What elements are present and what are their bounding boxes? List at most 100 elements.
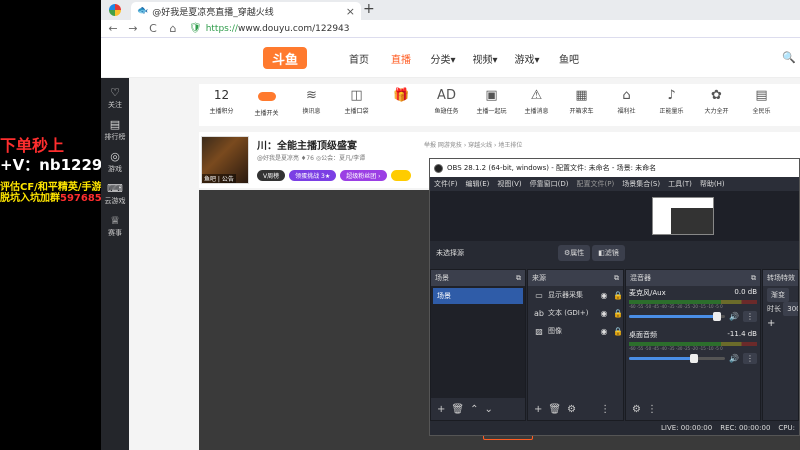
mixer-dock-header: 混音器 ⧉ [626,270,760,286]
duration-input[interactable]: 300 [783,302,798,316]
tool-12[interactable]: ▤ 全民乐 [739,84,784,126]
scene-item[interactable]: 场景 [433,288,523,304]
menu-tools[interactable]: 工具(T) [668,179,692,189]
speaker-icon[interactable]: 🔊 [729,354,739,363]
obs-titlebar: OBS 28.1.2 (64-bit, windows) - 配置文件: 未命名… [430,159,799,177]
transitions-dock-header: 转场特效 [763,270,798,286]
monitor-icon: ▭ [535,290,543,300]
move-up-icon[interactable]: ⌃ [470,404,478,415]
nav-home[interactable]: 首页 [338,51,380,66]
more-icon[interactable]: ⋮ [743,353,757,364]
new-tab-button[interactable]: + [363,1,375,17]
nav-yuba[interactable]: 鱼吧 [548,51,590,66]
add-source-button[interactable]: + [534,404,542,415]
tool-6[interactable]: ▣ 主播一起玩 [469,84,514,126]
tool-3[interactable]: ◫ 主播口袋 [334,84,379,126]
source-item[interactable]: ▨ 图像 ◉ 🔒 [528,322,623,340]
flame-icon: ✿ [711,88,722,103]
tool-anchor-score[interactable]: 12 主播积分 [199,84,244,126]
menu-profile[interactable]: 配置文件(P) [577,179,615,189]
tool-7[interactable]: ⚠ 主播消息 [514,84,559,126]
forward-icon[interactable]: → [125,22,141,35]
menu-edit[interactable]: 编辑(E) [466,179,490,189]
sources-dock-header: 来源 ⧉ [528,270,623,286]
trash-icon[interactable]: 🗑 [548,404,561,415]
obs-preview[interactable] [430,191,799,241]
add-transition-button[interactable]: + [767,318,794,329]
source-item[interactable]: ▭ 显示器采集 ◉ 🔒 [528,286,623,304]
menu-scene-collection[interactable]: 场景集合(S) [622,179,660,189]
dock-float-icon[interactable]: ⧉ [516,274,521,283]
obs-statusbar: LIVE: 00:00:00 REC: 00:00:00 CPU: [430,421,799,435]
more-icon[interactable]: ⋮ [647,404,657,415]
text-icon: ab [534,308,544,318]
anchor-toolbar: 12 主播积分 主播开关 ≋ 换讯息 ◫ 主播口袋 🎁 AD 鱼翅任务 ▣ 主播一起玩 ⚠… [199,84,800,126]
menu-view[interactable]: 视图(V) [497,179,521,189]
tool-9[interactable]: ⌂ 福利社 [604,84,649,126]
properties-button[interactable]: ⚙属性 [558,245,591,261]
tool-10[interactable]: ♪ 正能量乐 [649,84,694,126]
filters-button[interactable]: ◧滤镜 [592,245,625,261]
badge-challenge[interactable]: 领蛋挑战 3★ [289,170,337,181]
nav-game[interactable]: 游戏▾ [506,51,548,66]
volume-slider[interactable] [629,312,726,321]
tool-5[interactable]: AD 鱼翅任务 [424,84,469,126]
tool-4[interactable]: 🎁 [379,84,424,126]
sidebar-item-game[interactable]: ◎ 游戏 [101,150,129,174]
scenes-dock-header: 场景 ⧉ [431,270,525,286]
dock-float-icon[interactable]: ⧉ [614,274,619,283]
tab-title: @好我是夏凉亮直播_穿越火线 [152,7,274,18]
reload-icon[interactable]: C [145,22,161,35]
sidebar-item-match[interactable]: ♕ 赛事 [101,214,129,238]
nav-live[interactable]: 直播 [380,51,422,66]
room-category[interactable]: 举报 网游竞技 › 穿越火线 › 地王排位 [424,140,522,149]
badge-extra[interactable] [390,170,411,181]
trash-icon[interactable]: 🗑 [451,404,464,415]
more-icon[interactable]: ⋮ [743,311,757,322]
secure-shield-icon[interactable]: 🛡 [189,23,202,34]
menu-file[interactable]: 文件(F) [434,179,458,189]
warning-icon: ⚠ [530,88,543,103]
close-icon[interactable]: × [346,5,355,18]
nav-category[interactable]: 分类▾ [422,51,464,66]
more-icon[interactable]: ⋮ [600,404,610,415]
tool-11[interactable]: ✿ 大力全开 [694,84,739,126]
mixer-channel-mic: 麦克风/Aux 0.0 dB -60 -55 -50 -45 -40 -35 -3… [629,288,757,322]
tool-anchor-switch[interactable]: 主播开关 [244,84,289,126]
nav-video[interactable]: 视频▾ [464,51,506,66]
obs-window: OBS 28.1.2 (64-bit, windows) - 配置文件: 未命名… [429,158,800,436]
sidebar-item-follow[interactable]: ♡ 关注 [101,86,129,110]
move-down-icon[interactable]: ⌄ [484,404,492,415]
toggle-icon [257,92,276,101]
tab-douyu[interactable]: 🐟 @好我是夏凉亮直播_穿越火线 × [131,2,361,20]
volume-slider[interactable] [629,354,726,363]
back-icon[interactable]: ← [105,22,121,35]
douyu-sidebar: ♡ 关注 ▤ 排行榜 ◎ 游戏 ⌨ 云游戏 ♕ 赛事 [101,78,129,450]
sidebar-item-rank[interactable]: ▤ 排行榜 [101,118,129,142]
tool-2[interactable]: ≋ 换讯息 [289,84,334,126]
badge-weekly[interactable]: V周榜 [257,170,286,181]
badge-fans[interactable]: 超级粉丝团 › [340,170,387,181]
transition-select[interactable]: 渐变 [767,288,789,302]
obs-title: OBS 28.1.2 (64-bit, windows) - 配置文件: 未命名… [447,164,657,172]
add-scene-button[interactable]: + [437,404,445,415]
menu-help[interactable]: 帮助(H) [700,179,725,189]
tool-8[interactable]: ▦ 开箱求车 [559,84,604,126]
home-icon[interactable]: ⌂ [165,22,181,35]
tab-bar: 🐟 @好我是夏凉亮直播_穿越火线 × + [101,0,800,20]
image-icon: ▨ [535,326,543,336]
gear-icon[interactable]: ⚙ [567,404,576,415]
search-icon[interactable]: 🔍 [782,51,796,64]
url-input[interactable]: https://www.douyu.com/122943 [206,24,350,34]
douyu-logo[interactable]: 斗鱼 [263,47,307,69]
mixer-dock: 混音器 ⧉ 麦克风/Aux 0.0 dB -60 -55 -50 -45 -40 -… [625,269,761,421]
menu-docks[interactable]: 停靠窗口(D) [530,179,569,189]
rank-icon: ▤ [109,118,121,131]
sidebar-item-cloud-game[interactable]: ⌨ 云游戏 [101,182,129,206]
source-item[interactable]: ab 文本 (GDI+) ◉ 🔒 [528,304,623,322]
avatar[interactable]: 鱼吧 | 公告 [201,136,249,184]
browser-logo-icon[interactable] [109,4,121,16]
speaker-icon[interactable]: 🔊 [729,312,739,321]
dock-float-icon[interactable]: ⧉ [751,274,756,283]
advanced-audio-gear-icon[interactable]: ⚙ [632,404,641,415]
